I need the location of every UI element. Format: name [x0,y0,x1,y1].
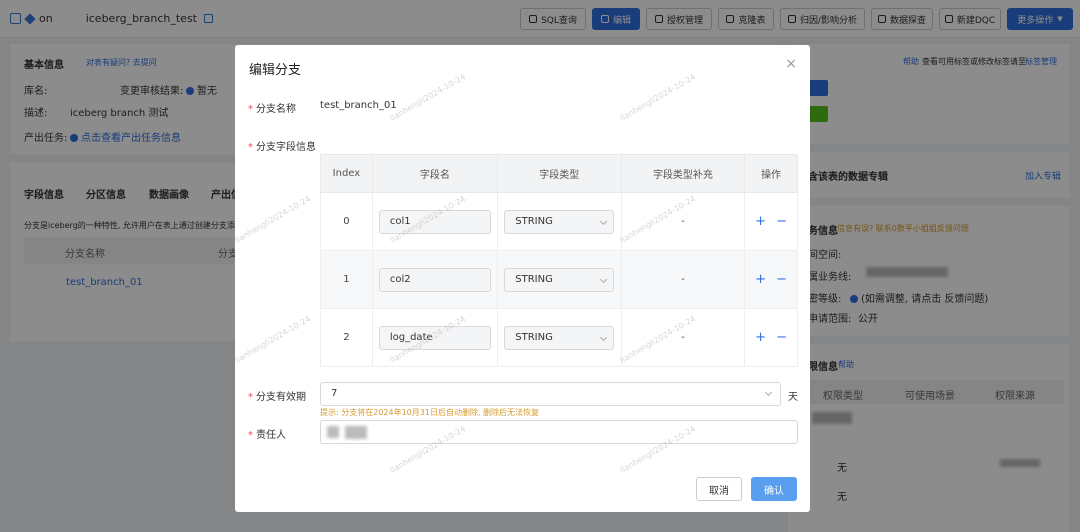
remove-row-icon[interactable]: − [776,330,787,345]
add-row-icon[interactable]: + [755,214,766,229]
watermark: lianhengli2024-10-24 [388,72,468,123]
confirm-button[interactable]: 确认 [751,477,797,501]
field-name-input[interactable]: col2 [378,267,491,292]
close-icon[interactable]: × [785,56,797,72]
remove-row-icon[interactable]: − [776,214,787,229]
field-name-input[interactable]: col1 [378,209,491,234]
table-row: 0 col1 STRING - + − [320,192,798,251]
modal-title: 编辑分支 [249,63,302,78]
table-row: 1 col2 STRING - + − [320,250,798,309]
chevron-down-icon [600,275,608,283]
row-extra: - [620,308,746,367]
header-type: 字段类型 [496,154,622,193]
field-name-input[interactable]: log_date [378,325,491,350]
header-name: 字段名 [371,154,498,193]
validity-unit: 天 [788,392,798,403]
header-extra: 字段类型补充 [620,154,746,193]
field-type-select[interactable]: STRING [504,267,615,292]
branch-name-label: * 分支名称 [248,104,296,115]
branch-name-value: test_branch_01 [320,100,397,111]
watermark: lianhengli2024-10-24 [233,314,313,365]
chevron-down-icon [764,388,773,397]
add-row-icon[interactable]: + [755,330,766,345]
chevron-down-icon [600,333,608,341]
validity-select[interactable]: 7 [320,382,781,406]
cancel-button[interactable]: 取消 [696,477,742,501]
edit-branch-modal: 编辑分支 × * 分支名称 test_branch_01 * 分支字段信息 Inde… [233,45,810,512]
table-row: 2 log_date STRING - + − [320,308,798,367]
add-row-icon[interactable]: + [755,272,766,287]
row-extra: - [620,192,746,251]
field-table: Index 字段名 字段类型 字段类型补充 操作 0 col1 STRING -… [320,154,798,367]
validity-label: * 分支有效期 [248,392,306,403]
owner-input[interactable] [320,420,798,444]
row-index: 1 [320,250,373,309]
field-info-label: * 分支字段信息 [248,142,316,153]
header-ops: 操作 [744,154,798,193]
watermark: lianhengli2024-10-24 [618,72,698,123]
header-index: Index [320,154,373,193]
watermark: lianhengli2024-10-24 [233,194,313,245]
owner-label: * 责任人 [248,430,286,441]
field-type-select[interactable]: STRING [504,209,615,234]
row-index: 2 [320,308,373,367]
validity-hint: 提示: 分支将在2024年10月31日后自动删除, 删除后无法恢复 [320,408,540,417]
redacted-owner-name [345,426,367,439]
field-type-select[interactable]: STRING [504,325,615,350]
field-table-header: Index 字段名 字段类型 字段类型补充 操作 [320,154,798,193]
chevron-down-icon [600,217,608,225]
remove-row-icon[interactable]: − [776,272,787,287]
redacted-owner-avatar [327,426,339,438]
row-extra: - [620,250,746,309]
row-index: 0 [320,192,373,251]
